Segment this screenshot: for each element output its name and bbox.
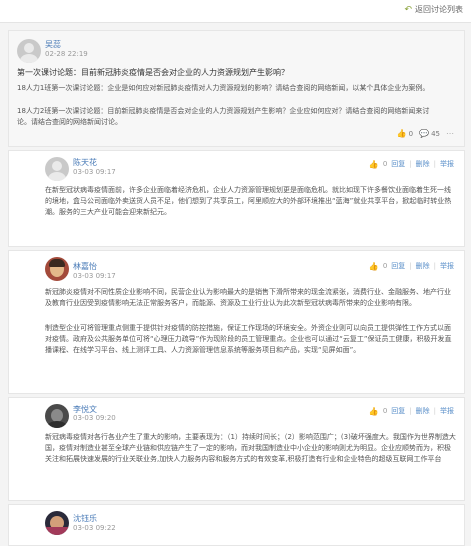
author-avatar[interactable] [45,157,69,181]
delete-button[interactable]: 删除 [416,159,430,169]
reply-count-value: 45 [431,129,440,138]
reply-button[interactable]: 回复 [391,261,405,271]
report-button[interactable]: 举报 [440,406,454,416]
reply-card: 沈钰乐 03-03 09:22 [8,504,465,546]
topic-title: 第一次课讨论题：目前新冠肺炎疫情是否会对企业的人力资源规划产生影响？ [17,68,289,77]
reply-card: 林嘉怡 03-03 09:17 👍 0 回复 | 删除 | 举报 新冠肺炎疫情对不同… [8,250,465,394]
topic-body-2: 18人力2班第一次课讨论题：目前新冠肺炎疫情是否会对企业的人力资源规划产生影响？… [17,107,430,126]
post-time: 02-28 22:19 [45,50,88,58]
reply-actions: 👍 0 回复 | 删除 | 举报 [368,406,454,416]
back-link-label: 返回讨论列表 [415,5,463,14]
report-button[interactable]: 举报 [440,261,454,271]
reply-actions: 👍 0 回复 | 删除 | 举报 [368,159,454,169]
delete-button[interactable]: 删除 [416,261,430,271]
reply-time: 03-03 09:17 [73,168,116,176]
reply-body: 新冠病毒疫情对各行各业产生了重大的影响，主要表现为：（1）持续时间长；（2）影响… [45,433,456,463]
thumbs-up-icon[interactable]: 👍 [369,262,379,271]
reply-time: 03-03 09:20 [73,414,116,422]
thumbs-up-icon[interactable]: 👍 [369,160,379,169]
reply-time: 03-03 09:22 [73,524,116,532]
reply-like-count: 0 [382,160,388,168]
author-avatar[interactable] [17,39,41,63]
comment-icon: 💬 [419,129,430,138]
reply-button[interactable]: 回复 [391,159,405,169]
delete-button[interactable]: 删除 [416,406,430,416]
reply-like-count: 0 [382,262,388,270]
reply-body-paragraph-2: 制造型企业可将管理重点侧重于提供针对疫情的防控措施，保证工作现场的环境安全。外资… [45,324,452,354]
reply-like-count: 0 [382,407,388,415]
reply-time: 03-03 09:17 [73,272,116,280]
topic-post: 吴蕊 02-28 22:19 第一次课讨论题：目前新冠肺炎疫情是否会对企业的人力… [8,30,465,147]
post-stats: 👍 0 💬 45 ⋯ [397,129,454,138]
more-options-icon[interactable]: ⋯ [446,129,454,138]
author-name[interactable]: 沈钰乐 [73,513,97,524]
topic-body-1: 18人力1班第一次课讨论题：企业是如何应对新冠肺炎疫情对人力资源规划的影响？请结… [17,84,430,92]
author-avatar[interactable] [45,511,69,535]
back-arrow-icon: ↶ [404,4,412,15]
reply-actions: 👍 0 回复 | 删除 | 举报 [368,261,454,271]
author-avatar[interactable] [45,404,69,428]
reply-button[interactable]: 回复 [391,406,405,416]
like-count[interactable]: 👍 0 [397,129,413,138]
reply-body-paragraph-1: 新冠肺炎疫情对不同性质企业影响不同，民营企业认为影响最大的是销售下滑所带来的现金… [45,288,451,307]
back-to-discussion-list-link[interactable]: ↶ 返回讨论列表 [404,4,463,15]
reply-count[interactable]: 💬 45 [419,129,440,138]
author-name[interactable]: 吴蕊 [45,39,61,50]
like-count-value: 0 [408,129,414,138]
author-name[interactable]: 陈天花 [73,157,97,168]
thumbs-up-icon[interactable]: 👍 [369,407,379,416]
thumbs-up-icon: 👍 [396,129,407,138]
reply-card: 李悦文 03-03 09:20 👍 0 回复 | 删除 | 举报 新冠病毒疫情对各行… [8,397,465,501]
report-button[interactable]: 举报 [440,159,454,169]
author-name[interactable]: 林嘉怡 [73,261,97,272]
reply-body: 在新型冠状病毒疫情面前，许多企业面临着经济危机，企业人力资源管理规划更是面临危机… [45,186,452,216]
reply-card: 陈天花 03-03 09:17 👍 0 回复 | 删除 | 举报 在新型冠状病毒疫情… [8,150,465,247]
top-bar: ↶ 返回讨论列表 [0,0,471,23]
author-avatar[interactable] [45,257,69,281]
